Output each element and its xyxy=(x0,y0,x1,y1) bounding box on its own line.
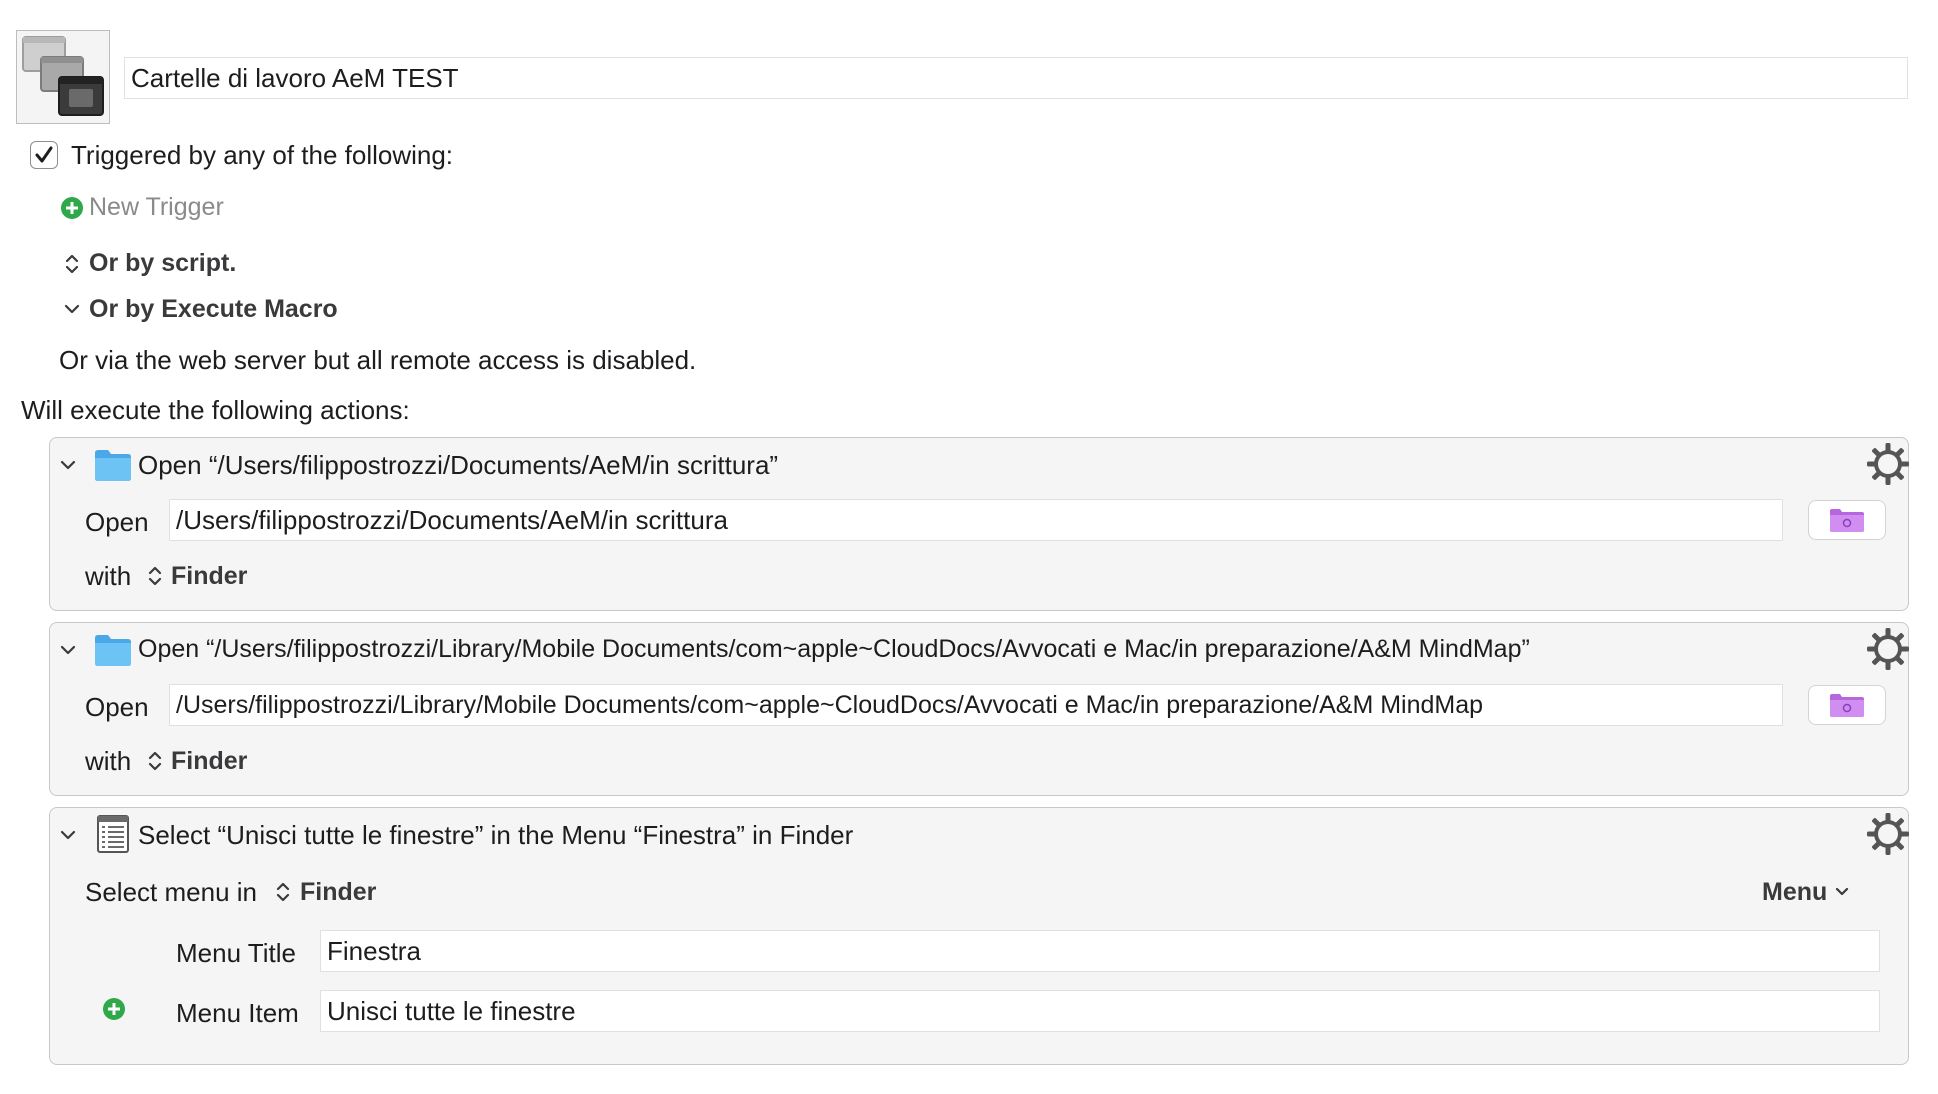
chevron-down-icon[interactable] xyxy=(59,456,77,474)
chevron-down-icon[interactable] xyxy=(59,826,77,844)
action-title: Open “/Users/filippostrozzi/Documents/Ae… xyxy=(138,450,779,480)
application-popup[interactable]: Finder xyxy=(171,747,247,776)
menu-item-field[interactable]: Unisci tutte le finestre xyxy=(320,990,1880,1032)
choose-folder-button[interactable] xyxy=(1808,500,1886,540)
updown-chevron-icon[interactable] xyxy=(274,879,292,905)
updown-chevron-icon[interactable] xyxy=(63,252,81,276)
chevron-down-icon[interactable] xyxy=(59,641,77,659)
add-menu-item-icon[interactable] xyxy=(102,997,126,1021)
triggers-header: Triggered by any of the following: xyxy=(71,140,454,170)
action-open-file-2[interactable]: Open “/Users/filippostrozzi/Library/Mobi… xyxy=(49,622,1909,796)
action-title: Select “Unisci tutte le finestre” in the… xyxy=(138,820,854,850)
chevron-down-icon[interactable] xyxy=(1834,884,1850,900)
with-label: with xyxy=(85,746,132,776)
gear-icon[interactable] xyxy=(1866,442,1910,491)
actions-header: Will execute the following actions: xyxy=(21,395,410,425)
folder-gear-icon xyxy=(1830,694,1864,717)
chevron-down-icon[interactable] xyxy=(63,300,81,318)
or-by-execute-macro-toggle[interactable]: Or by Execute Macro xyxy=(89,295,338,324)
macro-icon[interactable] xyxy=(16,30,110,124)
path-field[interactable]: /Users/filippostrozzi/Library/Mobile Doc… xyxy=(169,684,1783,726)
application-popup[interactable]: Finder xyxy=(300,878,376,907)
path-field[interactable]: /Users/filippostrozzi/Documents/AeM/in s… xyxy=(169,499,1783,541)
open-label: Open xyxy=(85,692,149,722)
checkmark-icon xyxy=(35,146,53,163)
web-server-status-text: Or via the web server but all remote acc… xyxy=(59,345,697,375)
gear-icon[interactable] xyxy=(1866,627,1910,676)
action-open-file-1[interactable]: Open “/Users/filippostrozzi/Documents/Ae… xyxy=(49,437,1909,611)
updown-chevron-icon[interactable] xyxy=(146,563,164,589)
menu-list-icon xyxy=(96,814,130,854)
menu-mode-popup[interactable]: Menu xyxy=(1762,878,1827,907)
application-popup[interactable]: Finder xyxy=(171,562,247,591)
updown-chevron-icon[interactable] xyxy=(146,748,164,774)
action-select-menu-item[interactable]: Select “Unisci tutte le finestre” in the… xyxy=(49,807,1909,1065)
folder-gear-icon xyxy=(1830,509,1864,532)
or-by-script-toggle[interactable]: Or by script. xyxy=(89,249,236,278)
menu-title-field[interactable]: Finestra xyxy=(320,930,1880,972)
triggers-enabled-checkbox[interactable] xyxy=(30,141,58,169)
new-trigger-button[interactable]: New Trigger xyxy=(89,193,224,222)
folder-icon xyxy=(94,633,132,667)
menu-item-label: Menu Item xyxy=(176,998,299,1028)
macro-name-field[interactable]: Cartelle di lavoro AeM TEST xyxy=(124,57,1908,99)
stacked-windows-icon xyxy=(22,36,104,116)
add-trigger-icon[interactable] xyxy=(60,196,84,220)
select-menu-label: Select menu in xyxy=(85,877,257,907)
open-label: Open xyxy=(85,507,149,537)
with-label: with xyxy=(85,561,132,591)
gear-icon[interactable] xyxy=(1866,812,1910,861)
folder-icon xyxy=(94,448,132,482)
choose-folder-button[interactable] xyxy=(1808,685,1886,725)
action-title: Open “/Users/filippostrozzi/Library/Mobi… xyxy=(138,635,1530,663)
menu-title-label: Menu Title xyxy=(176,938,296,968)
